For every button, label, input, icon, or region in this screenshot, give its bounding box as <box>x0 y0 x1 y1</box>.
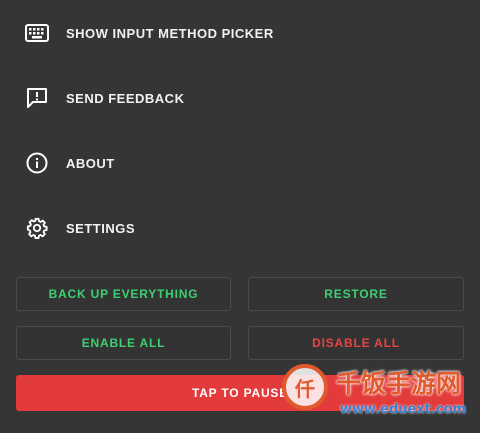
menu-item-about[interactable]: ABOUT <box>0 135 480 191</box>
menu-item-label: SHOW INPUT METHOD PICKER <box>66 25 274 41</box>
enable-all-button[interactable]: ENABLE ALL <box>16 326 231 360</box>
keyboard-icon <box>25 21 49 45</box>
disable-all-button[interactable]: DISABLE ALL <box>248 326 464 360</box>
menu-item-label: SETTINGS <box>66 220 136 236</box>
gear-icon <box>25 216 49 240</box>
tap-to-pause-button[interactable]: TAP TO PAUSE <box>16 375 464 411</box>
menu-item-label: SEND FEEDBACK <box>66 90 185 106</box>
menu-item-show-input-method-picker[interactable]: SHOW INPUT METHOD PICKER <box>0 5 480 61</box>
restore-button[interactable]: RESTORE <box>248 277 464 311</box>
back-up-everything-button[interactable]: BACK UP EVERYTHING <box>16 277 231 311</box>
feedback-icon <box>25 86 49 110</box>
menu-item-label: ABOUT <box>66 155 115 171</box>
info-icon <box>25 151 49 175</box>
menu-item-settings[interactable]: SETTINGS <box>0 200 480 256</box>
menu-item-send-feedback[interactable]: SEND FEEDBACK <box>0 70 480 126</box>
